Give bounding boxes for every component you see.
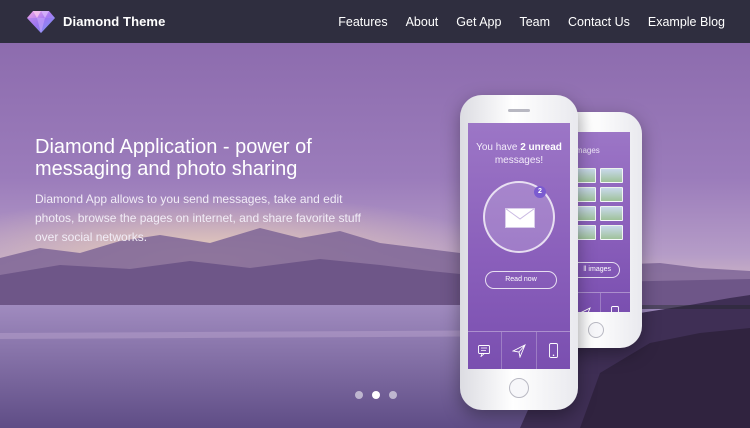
diamond-icon <box>27 10 55 33</box>
brand-link[interactable]: Diamond Theme <box>26 10 165 34</box>
carousel-dot-1[interactable] <box>355 391 363 399</box>
phone-icon[interactable] <box>601 293 631 312</box>
hero-description: Diamond App allows to you send messages,… <box>35 192 361 244</box>
image-thumbnail[interactable] <box>600 225 623 240</box>
image-thumbnail-grid <box>573 168 623 244</box>
main-nav: Features About Get App Team Contact Us E… <box>320 0 725 43</box>
phone-speaker <box>508 109 530 112</box>
phone-icon[interactable] <box>537 332 570 369</box>
chat-icon[interactable] <box>468 332 503 369</box>
hero-text-block: Diamond Application - power of messaging… <box>35 136 375 247</box>
read-now-button[interactable]: Read now <box>485 271 557 289</box>
nav-item-example-blog[interactable]: Example Blog <box>648 15 725 29</box>
nav-item-features[interactable]: Features <box>338 15 387 29</box>
nav-item-team[interactable]: Team <box>519 15 550 29</box>
envelope-icon <box>505 208 535 228</box>
hero-section: Diamond Application - power of messaging… <box>0 43 750 428</box>
nav-item-contact-us[interactable]: Contact Us <box>568 15 630 29</box>
phone-back-tabbar <box>570 292 630 312</box>
home-button <box>588 322 604 338</box>
image-thumbnail[interactable] <box>600 206 623 221</box>
phone-front-tabbar <box>468 331 570 369</box>
brand-name: Diamond Theme <box>63 14 166 29</box>
nav-item-get-app[interactable]: Get App <box>456 15 501 29</box>
paper-plane-icon[interactable] <box>502 332 537 369</box>
carousel-dot-2[interactable] <box>372 391 380 399</box>
carousel-indicators <box>355 391 406 399</box>
home-button <box>509 378 529 398</box>
carousel-dot-3[interactable] <box>389 391 397 399</box>
unread-message-text: You have 2 unread messages! <box>476 142 562 166</box>
phone-front-mockup: You have 2 unread messages! 2 Read now <box>460 95 578 410</box>
unread-count-badge: 2 <box>534 186 546 198</box>
phone-front-screen: You have 2 unread messages! 2 Read now <box>468 123 570 369</box>
image-thumbnail[interactable] <box>600 168 623 183</box>
nav-item-about[interactable]: About <box>406 15 439 29</box>
hero-title: Diamond Application - power of messaging… <box>35 136 312 180</box>
phone-back-screen: images ll images <box>570 132 630 312</box>
navbar: Diamond Theme Features About Get App Tea… <box>0 0 750 43</box>
image-thumbnail[interactable] <box>600 187 623 202</box>
